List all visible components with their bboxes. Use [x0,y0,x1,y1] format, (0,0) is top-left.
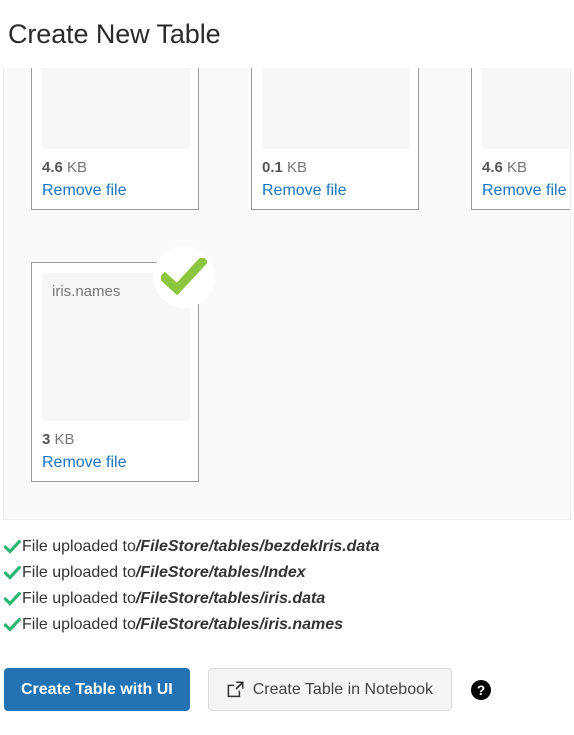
upload-status-text: File uploaded to [22,538,136,555]
file-card-row: 4.6 KB Remove file 0.1 KB Remove file 4.… [31,68,570,210]
file-name: iris.names [52,283,121,300]
check-icon [4,534,22,560]
upload-status-text: File uploaded to [22,590,136,607]
file-card[interactable]: 4.6 KB Remove file [31,68,199,210]
upload-status-text: File uploaded to [22,616,136,633]
upload-status-list: File uploaded to /FileStore/tables/bezde… [4,534,570,638]
file-size: 4.6 KB [42,158,188,178]
file-thumbnail: iris.names [42,273,190,421]
action-bar: Create Table with UI Create Table in Not… [4,668,492,711]
svg-text:?: ? [477,683,485,698]
file-card-row: iris.names 3 KB Remove file [31,246,215,482]
file-thumbnail [262,68,410,149]
file-thumbnail [482,68,570,149]
file-size-value: 4.6 [482,159,503,176]
file-card[interactable]: iris.names 3 KB Remove file [31,246,215,482]
upload-status-path: /FileStore/tables/bezdekIris.data [135,538,380,555]
file-size-value: 4.6 [42,159,63,176]
upload-status-item: File uploaded to /FileStore/tables/bezde… [4,534,570,560]
upload-status-path: /FileStore/tables/iris.names [135,616,344,633]
upload-status-path: /FileStore/tables/Index [135,564,306,581]
external-link-icon [227,681,244,698]
check-icon [4,560,22,586]
file-size-unit: KB [287,159,308,176]
file-size-unit: KB [54,431,75,448]
file-card[interactable]: 0.1 KB Remove file [251,68,419,210]
file-size-unit: KB [507,159,528,176]
create-table-in-notebook-label: Create Table in Notebook [252,681,433,698]
file-size-value: 3 [42,431,51,448]
upload-status-item: File uploaded to /FileStore/tables/Index [4,560,570,586]
help-icon[interactable]: ? [470,679,492,701]
remove-file-link[interactable]: Remove file [42,180,188,201]
file-size: 0.1 KB [262,158,408,178]
file-upload-dropzone[interactable]: 4.6 KB Remove file 0.1 KB Remove file 4.… [3,68,571,520]
create-table-with-ui-button[interactable]: Create Table with UI [4,668,190,711]
file-thumbnail [42,68,190,149]
file-size-unit: KB [67,159,88,176]
remove-file-link[interactable]: Remove file [42,452,188,473]
remove-file-link[interactable]: Remove file [482,180,570,201]
upload-status-item: File uploaded to /FileStore/tables/iris.… [4,586,570,612]
file-size: 4.6 KB [482,158,570,178]
check-icon [4,586,22,612]
remove-file-link[interactable]: Remove file [262,180,408,201]
check-icon [4,612,22,638]
file-size-value: 0.1 [262,159,283,176]
upload-status-text: File uploaded to [22,564,136,581]
file-size: 3 KB [42,430,188,450]
upload-status-item: File uploaded to /FileStore/tables/iris.… [4,612,570,638]
create-table-in-notebook-button[interactable]: Create Table in Notebook [207,668,452,711]
page-title: Create New Table [8,19,221,49]
upload-status-path: /FileStore/tables/iris.data [135,590,326,607]
file-card[interactable]: 4.6 KB Remove file [471,68,570,210]
